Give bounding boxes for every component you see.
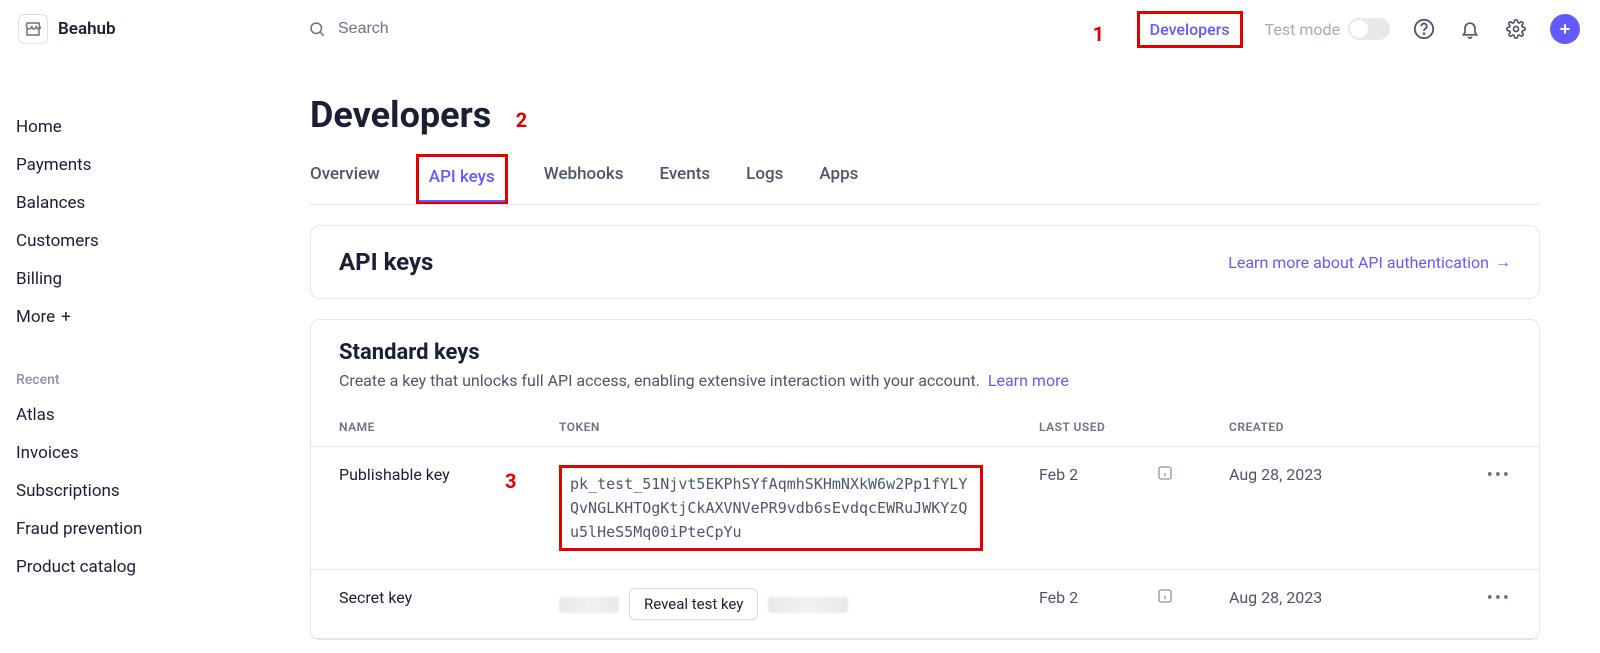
last-used: Feb 2 [1039,588,1078,607]
api-keys-card-title: API keys [339,248,433,276]
callout-3: 3 [505,469,516,493]
row-menu-button[interactable]: ••• [1487,465,1511,486]
test-mode-label: Test mode [1265,20,1340,39]
sidebar-item-more[interactable]: More + [16,298,310,336]
tab-api-keys[interactable]: API keys [416,154,508,204]
info-icon[interactable] [1157,465,1173,481]
created: Aug 28, 2023 [1201,570,1459,639]
page-title: Developers [310,58,491,136]
arrow-right-icon: → [1495,252,1511,272]
created: Aug 28, 2023 [1201,447,1459,570]
callout-2: 2 [516,108,527,132]
last-used: Feb 2 [1039,465,1078,484]
sidebar-item-balances[interactable]: Balances [16,184,310,222]
tab-events[interactable]: Events [659,154,710,204]
masked-token [768,597,848,613]
store-icon [18,14,48,44]
tab-webhooks[interactable]: Webhooks [544,154,624,204]
link-label: Learn more about API authentication [1228,253,1489,272]
help-icon[interactable] [1412,17,1436,41]
tab-overview[interactable]: Overview [310,154,380,204]
learn-more-link[interactable]: Learn more [988,371,1069,390]
bell-icon[interactable] [1458,17,1482,41]
publishable-key-token[interactable]: pk_test_51Njvt5EKPhSYfAqmhSKHmNXkW6w2Pp1… [559,465,983,551]
row-menu-button[interactable]: ••• [1487,588,1511,609]
sidebar-item-subscriptions[interactable]: Subscriptions [16,472,310,510]
sidebar-item-customers[interactable]: Customers [16,222,310,260]
gear-icon[interactable] [1504,17,1528,41]
key-name: Secret key [311,570,531,639]
sidebar-item-catalog[interactable]: Product catalog [16,548,310,586]
sidebar-item-home[interactable]: Home [16,108,310,146]
plus-icon: + [61,307,71,327]
reveal-key-button[interactable]: Reveal test key [629,588,758,620]
sidebar-group-recent: Recent [16,336,310,396]
col-token: TOKEN [531,408,1011,447]
standard-keys-title: Standard keys [339,340,1511,365]
sidebar-item-atlas[interactable]: Atlas [16,396,310,434]
info-icon[interactable] [1157,588,1173,604]
brand-name: Beahub [58,19,116,39]
learn-auth-link[interactable]: Learn more about API authentication → [1228,252,1511,272]
search-icon [308,20,326,38]
sidebar-item-billing[interactable]: Billing [16,260,310,298]
standard-keys-desc: Create a key that unlocks full API acces… [339,371,980,390]
add-button[interactable] [1550,14,1580,44]
table-row: Secret key Reveal test key Feb 2 [311,570,1539,639]
key-name: Publishable key [311,447,531,570]
col-name: NAME [311,408,531,447]
sidebar-item-payments[interactable]: Payments [16,146,310,184]
col-last-used: LAST USED [1011,408,1201,447]
masked-token [559,597,619,613]
sidebar-item-invoices[interactable]: Invoices [16,434,310,472]
callout-1: 1 [1093,22,1104,46]
table-row: Publishable key 3 pk_test_51Njvt5EKPhSYf… [311,447,1539,570]
tab-logs[interactable]: Logs [746,154,783,204]
test-mode-toggle[interactable] [1348,18,1390,40]
col-created: CREATED [1201,408,1459,447]
developers-link[interactable]: Developers [1137,11,1243,48]
search-input[interactable] [338,20,638,38]
sidebar-item-label: More [16,307,55,327]
tab-apps[interactable]: Apps [819,154,858,204]
sidebar-item-fraud[interactable]: Fraud prevention [16,510,310,548]
